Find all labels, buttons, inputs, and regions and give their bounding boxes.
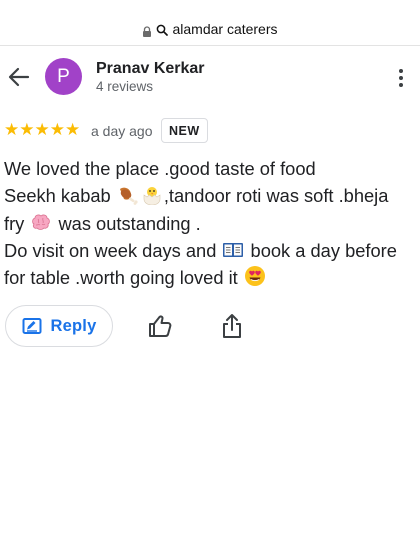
heart-eyes-emoji <box>244 265 266 287</box>
like-button[interactable] <box>147 313 173 339</box>
reply-label: Reply <box>50 316 97 335</box>
hatching-chick-emoji <box>141 185 163 206</box>
url-text: alamdar caterers <box>172 21 278 37</box>
review-count: 4 reviews <box>96 79 154 94</box>
review-line: We loved the place .good taste of food <box>4 158 316 179</box>
review-time: a day ago <box>91 123 153 139</box>
star-icon: ★ <box>49 120 65 139</box>
open-book-emoji <box>222 240 244 260</box>
thumbs-up-icon <box>149 315 172 337</box>
new-badge: NEW <box>161 118 208 143</box>
star-rating: ★ ★ ★ ★ ★ <box>4 120 80 140</box>
review-line: fry was outstanding . <box>4 212 201 234</box>
search-icon <box>156 23 169 36</box>
star-icon: ★ <box>4 120 20 139</box>
reply-edit-icon <box>22 318 42 334</box>
star-icon: ★ <box>34 120 50 139</box>
brain-emoji <box>30 213 52 233</box>
review-line: Do visit on week days and book a day bef… <box>4 239 397 261</box>
browser-url-bar[interactable]: alamdar caterers <box>0 18 420 40</box>
poultry-leg-emoji <box>117 185 139 206</box>
avatar[interactable]: P <box>45 58 82 95</box>
review-text: We loved the place .good taste of food S… <box>4 155 416 291</box>
lock-icon <box>142 24 152 37</box>
review-line: for table .worth going loved it <box>4 264 416 291</box>
share-button[interactable] <box>221 313 243 339</box>
status-bar-fragment <box>0 0 420 2</box>
more-vert-icon[interactable] <box>390 64 412 92</box>
star-icon: ★ <box>65 120 81 139</box>
reviewer-name[interactable]: Pranav Kerkar <box>96 60 205 78</box>
review-line: Seekh kabab ,tandoor roti was soft .bhej… <box>4 185 389 207</box>
share-icon <box>223 314 241 338</box>
back-button[interactable] <box>4 64 34 90</box>
header-divider <box>0 45 420 46</box>
reply-button[interactable]: Reply <box>5 305 113 347</box>
back-arrow-icon <box>8 67 30 87</box>
star-icon: ★ <box>19 120 35 139</box>
